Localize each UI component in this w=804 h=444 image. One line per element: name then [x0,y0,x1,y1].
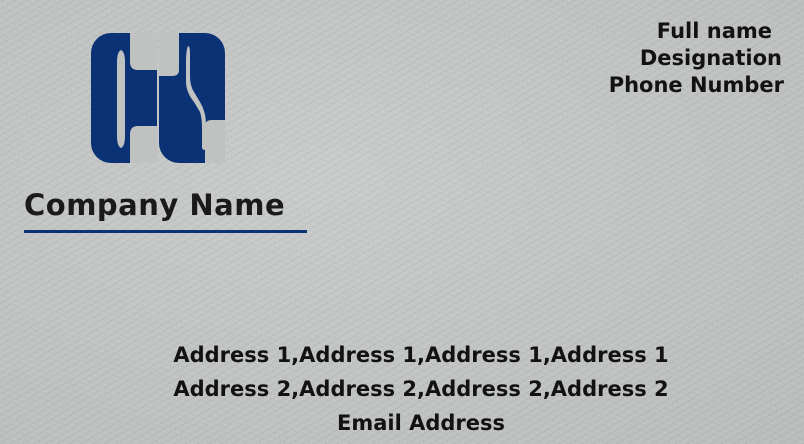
address-line-1: Address 1,Address 1,Address 1,Address 1 [173,343,669,367]
company-name: Company Name [24,188,286,222]
address-line-2: Address 2,Address 2,Address 2,Address 2 [173,377,669,401]
full-name: Full name [656,19,772,43]
contact-block: Full name Designation Phone Number [609,18,784,99]
business-card: Company Name Full name Designation Phone… [0,0,804,444]
cs-monogram-icon [91,33,225,163]
phone-number: Phone Number [608,73,784,97]
designation: Designation [639,46,782,70]
email-address: Email Address [336,411,506,435]
address-block: Address 1,Address 1,Address 1,Address 1 … [0,338,804,440]
company-underline [24,230,307,233]
